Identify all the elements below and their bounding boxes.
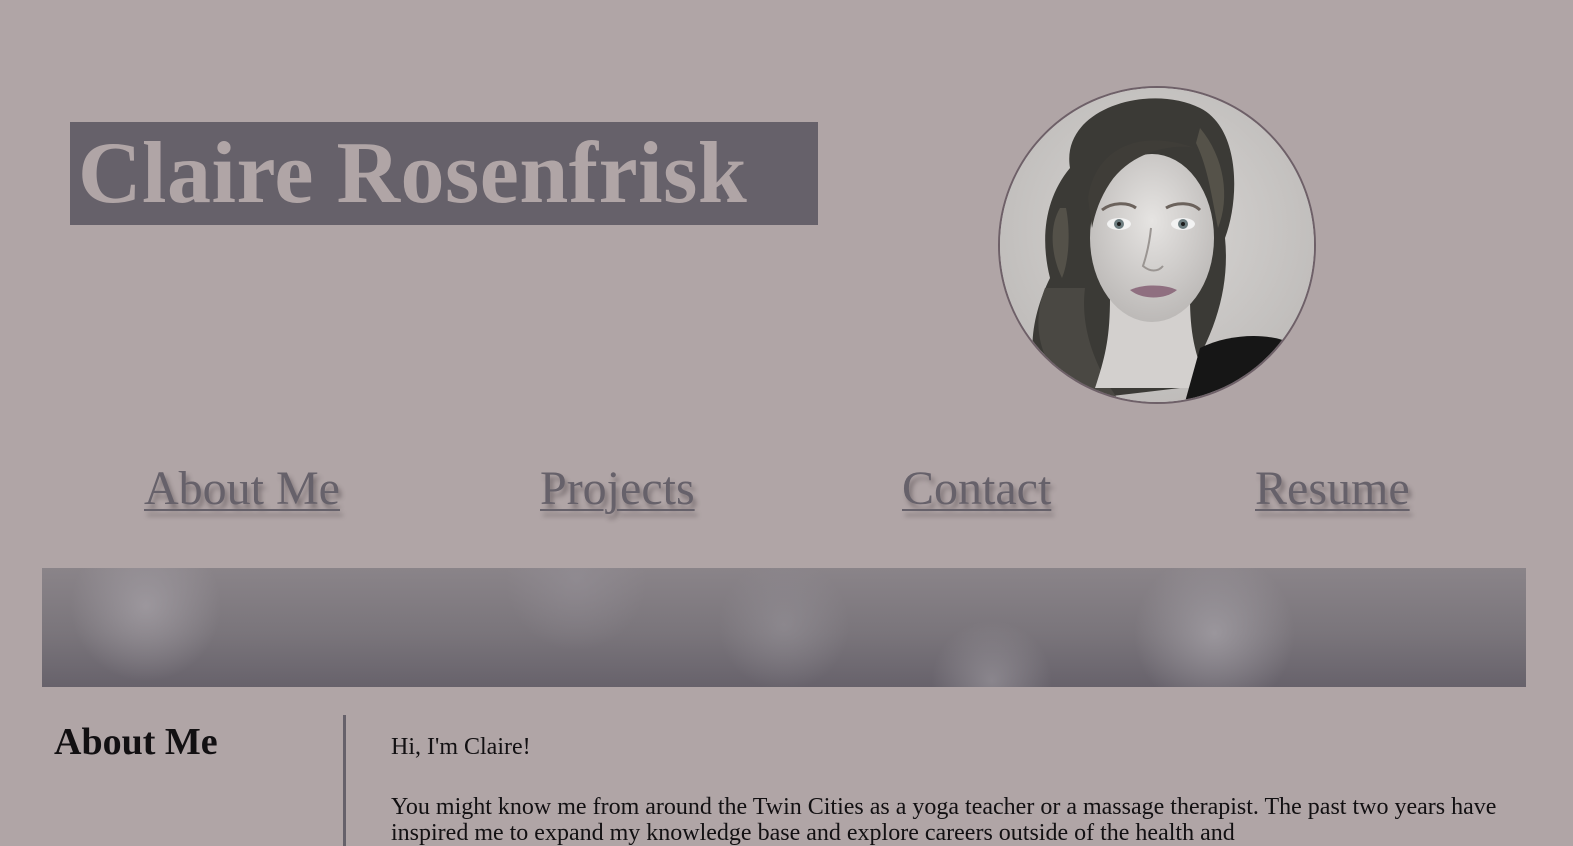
about-greeting: Hi, I'm Claire! — [391, 734, 531, 760]
about-section: About Me Hi, I'm Claire! You might know … — [0, 700, 1573, 846]
nav-link-about-me[interactable]: About Me — [144, 458, 340, 520]
decorative-banner — [42, 568, 1526, 687]
nav-link-projects[interactable]: Projects — [540, 458, 695, 520]
about-body: Hi, I'm Claire! You might know me from a… — [391, 734, 1521, 846]
main-nav: About Me Projects Contact Resume — [0, 458, 1573, 520]
profile-photo — [998, 86, 1316, 404]
section-divider — [343, 715, 346, 846]
nav-link-contact[interactable]: Contact — [902, 458, 1051, 520]
nav-link-resume[interactable]: Resume — [1255, 458, 1410, 520]
portfolio-page: Claire Rosenfrisk About Me Projects Cont… — [0, 0, 1573, 846]
about-paragraph: You might know me from around the Twin C… — [391, 794, 1497, 846]
about-heading: About Me — [54, 721, 218, 763]
portrait-illustration — [1000, 88, 1314, 402]
site-title: Claire Rosenfrisk — [70, 121, 818, 225]
